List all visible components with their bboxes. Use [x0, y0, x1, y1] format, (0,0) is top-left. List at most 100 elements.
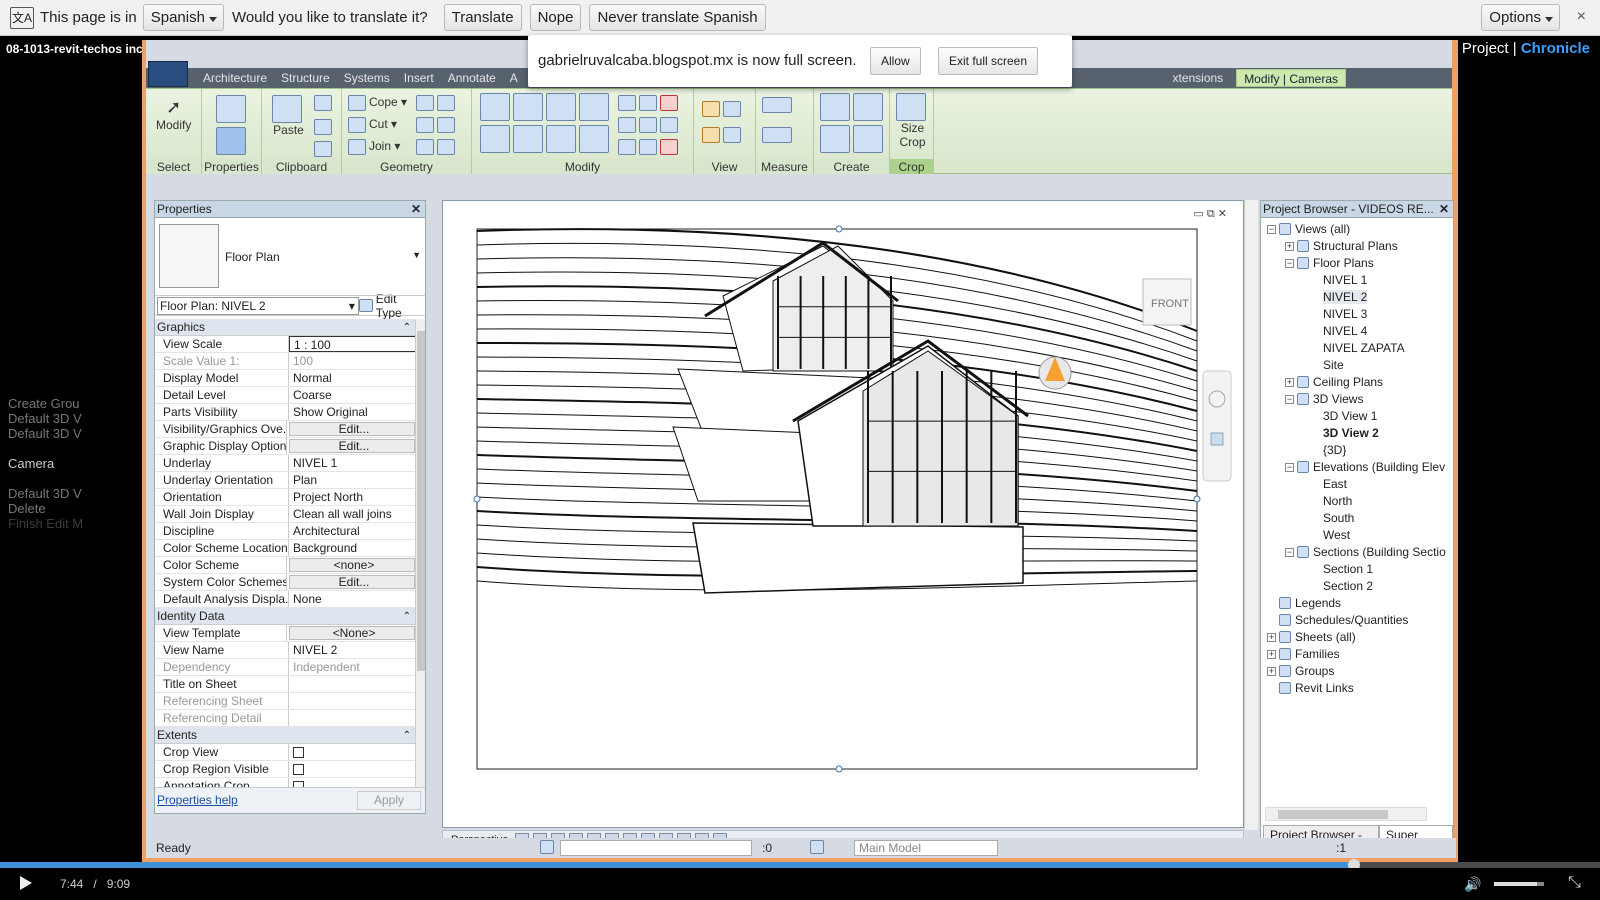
chevron-down-icon[interactable]: ▼: [412, 250, 421, 260]
geometry-tool[interactable]: [416, 117, 458, 133]
property-row[interactable]: Color Scheme <none>: [155, 557, 417, 574]
property-row[interactable]: View Scale 1 : 100: [155, 336, 417, 353]
workset-dropdown[interactable]: [560, 840, 752, 856]
volume-slider[interactable]: [1494, 882, 1544, 886]
property-row[interactable]: Display Model Normal: [155, 370, 417, 387]
browser-hscrollbar[interactable]: [1265, 807, 1427, 821]
browser-node[interactable]: + Structural Plans: [1263, 238, 1451, 255]
nope-button[interactable]: Nope: [529, 4, 582, 31]
paste-tool[interactable]: Paste: [272, 95, 305, 137]
move-tool[interactable]: [480, 125, 612, 153]
property-row[interactable]: System Color Schemes Edit...: [155, 574, 417, 591]
hide-tool[interactable]: [702, 101, 744, 117]
property-value[interactable]: Background: [289, 540, 417, 556]
properties-help-link[interactable]: Properties help: [157, 793, 238, 807]
browser-node[interactable]: East: [1263, 476, 1451, 493]
property-value[interactable]: NIVEL 2: [289, 642, 417, 658]
browser-node[interactable]: NIVEL ZAPATA: [1263, 340, 1451, 357]
browser-node[interactable]: {3D}: [1263, 442, 1451, 459]
browser-node[interactable]: Legends: [1263, 595, 1451, 612]
properties-scrollbar[interactable]: [415, 319, 425, 789]
geometry-tool[interactable]: [416, 139, 458, 155]
language-select[interactable]: Spanish: [142, 4, 224, 31]
options-button[interactable]: Options: [1481, 4, 1560, 31]
browser-node[interactable]: 3D View 1: [1263, 408, 1451, 425]
close-icon[interactable]: ×: [1577, 8, 1586, 26]
browser-node[interactable]: NIVEL 2: [1263, 289, 1451, 306]
cope-tool[interactable]: Cope ▾: [348, 95, 407, 111]
property-row[interactable]: View Template <None>: [155, 625, 417, 642]
property-value[interactable]: 100: [289, 353, 417, 369]
type-selector[interactable]: Floor Plan ▼: [155, 218, 425, 296]
property-row[interactable]: Scale Value 1: 100: [155, 353, 417, 370]
browser-node[interactable]: 3D View 2: [1263, 425, 1451, 442]
view-canvas[interactable]: ▭ ⧉ ✕ FRONT: [442, 200, 1244, 828]
property-value[interactable]: [289, 761, 417, 777]
collapse-icon[interactable]: −: [1285, 259, 1294, 268]
browser-node[interactable]: − Sections (Building Sectio: [1263, 544, 1451, 561]
collapse-icon[interactable]: ⌃: [403, 608, 411, 625]
geometry-tool[interactable]: [416, 95, 458, 111]
expand-icon[interactable]: +: [1267, 650, 1276, 659]
property-value[interactable]: <None>: [288, 626, 415, 640]
modify-small-tools[interactable]: [618, 95, 681, 111]
tab-analyze[interactable]: A: [503, 71, 525, 85]
cut-tool[interactable]: Cut ▾: [348, 117, 397, 133]
tab-annotate[interactable]: Annotate: [441, 71, 503, 85]
collapse-icon[interactable]: ⌃: [403, 319, 411, 336]
create-tool[interactable]: [820, 125, 886, 153]
scroll-thumb[interactable]: [417, 331, 425, 671]
tab-systems[interactable]: Systems: [337, 71, 397, 85]
browser-node[interactable]: Revit Links: [1263, 680, 1451, 697]
property-value[interactable]: Edit...: [288, 422, 415, 436]
property-row[interactable]: Default Analysis Displa... None: [155, 591, 417, 608]
property-value[interactable]: Plan: [289, 472, 417, 488]
property-row[interactable]: Orientation Project North: [155, 489, 417, 506]
translate-button[interactable]: Translate: [443, 4, 522, 31]
property-row[interactable]: Underlay NIVEL 1: [155, 455, 417, 472]
copy-tool[interactable]: [314, 119, 335, 135]
browser-node[interactable]: Schedules/Quantities: [1263, 612, 1451, 629]
apply-button[interactable]: Apply: [357, 791, 421, 810]
view-scrollbar[interactable]: [1244, 200, 1258, 830]
browser-node[interactable]: + Groups: [1263, 663, 1451, 680]
exit-fullscreen-button[interactable]: Exit full screen: [938, 47, 1039, 75]
close-icon[interactable]: ✕: [411, 201, 421, 218]
panel-label[interactable]: Select: [146, 159, 201, 175]
property-row[interactable]: Parts Visibility Show Original: [155, 404, 417, 421]
scroll-thumb[interactable]: [1278, 810, 1388, 819]
exit-fullscreen-icon[interactable]: ⤡: [1568, 874, 1581, 892]
property-value[interactable]: Show Original: [289, 404, 417, 420]
never-translate-button[interactable]: Never translate Spanish: [589, 4, 766, 31]
property-value[interactable]: Clean all wall joins: [289, 506, 417, 522]
tab-modify-cameras[interactable]: Modify | Cameras: [1236, 69, 1346, 87]
property-row[interactable]: View Name NIVEL 2: [155, 642, 417, 659]
property-value[interactable]: [289, 676, 417, 692]
collapse-icon[interactable]: −: [1285, 463, 1294, 472]
browser-node[interactable]: NIVEL 1: [1263, 272, 1451, 289]
allow-button[interactable]: Allow: [870, 47, 921, 75]
browser-node[interactable]: Section 1: [1263, 561, 1451, 578]
property-value[interactable]: Project North: [289, 489, 417, 505]
property-value[interactable]: [289, 710, 417, 726]
property-row[interactable]: Underlay Orientation Plan: [155, 472, 417, 489]
dimension-tool[interactable]: [762, 127, 795, 143]
model-dropdown[interactable]: Main Model: [854, 840, 998, 856]
property-row[interactable]: Wall Join Display Clean all wall joins: [155, 506, 417, 523]
collapse-icon[interactable]: ⌃: [403, 727, 411, 744]
property-value[interactable]: NIVEL 1: [289, 455, 417, 471]
property-value[interactable]: 1 : 100: [289, 336, 417, 352]
expand-icon[interactable]: +: [1285, 378, 1294, 387]
browser-node[interactable]: + Families: [1263, 646, 1451, 663]
property-value[interactable]: Coarse: [289, 387, 417, 403]
property-row[interactable]: Dependency Independent: [155, 659, 417, 676]
modify-small-tools[interactable]: [618, 117, 681, 133]
property-row[interactable]: Referencing Detail: [155, 710, 417, 727]
instance-selector[interactable]: Floor Plan: NIVEL 2: [157, 296, 359, 315]
browser-node[interactable]: South: [1263, 510, 1451, 527]
size-crop-tool[interactable]: Size Crop: [896, 93, 929, 149]
align-tool[interactable]: [480, 93, 612, 121]
worksets-icon[interactable]: [540, 840, 554, 854]
play-icon[interactable]: [20, 876, 32, 890]
tab-insert[interactable]: Insert: [397, 71, 441, 85]
